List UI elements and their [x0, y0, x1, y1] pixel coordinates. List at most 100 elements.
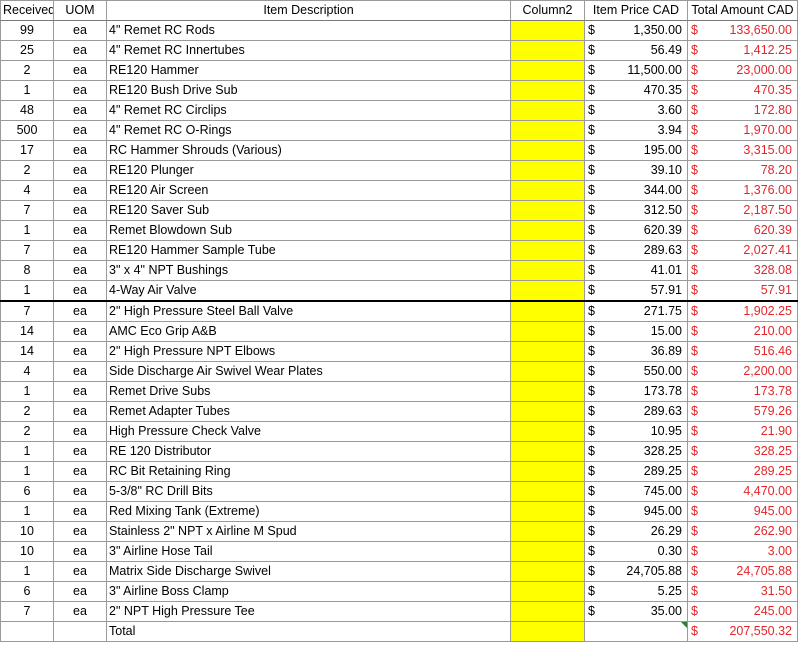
cell-uom[interactable]: ea	[53, 220, 107, 241]
cell-total[interactable]: $2,200.00	[687, 361, 798, 382]
cell-received[interactable]: 1	[0, 441, 54, 462]
cell-description[interactable]: Remet Blowdown Sub	[106, 220, 511, 241]
cell-price[interactable]: $289.63	[584, 401, 688, 422]
cell-column2[interactable]	[510, 280, 585, 302]
cell-price[interactable]: $3.94	[584, 120, 688, 141]
cell-column2[interactable]	[510, 260, 585, 281]
cell-received[interactable]: 1	[0, 461, 54, 482]
cell-column2[interactable]	[510, 561, 585, 582]
cell-total[interactable]: $78.20	[687, 160, 798, 181]
cell-description[interactable]: AMC Eco Grip A&B	[106, 321, 511, 342]
cell-description[interactable]: RE120 Air Screen	[106, 180, 511, 201]
cell-description[interactable]: 4" Remet RC Innertubes	[106, 40, 511, 61]
cell-total[interactable]: $620.39	[687, 220, 798, 241]
cell-received[interactable]: 7	[0, 240, 54, 261]
cell-received[interactable]: 1	[0, 220, 54, 241]
cell-total[interactable]: $57.91	[687, 280, 798, 302]
cell-total[interactable]: $31.50	[687, 581, 798, 602]
cell-price[interactable]: $36.89	[584, 341, 688, 362]
cell-total[interactable]: $1,902.25	[687, 300, 798, 322]
cell-total[interactable]: $173.78	[687, 381, 798, 402]
cell-uom[interactable]: ea	[53, 461, 107, 482]
cell-price[interactable]: $945.00	[584, 501, 688, 522]
cell-description[interactable]: RE 120 Distributor	[106, 441, 511, 462]
cell-total[interactable]: $328.25	[687, 441, 798, 462]
cell-column2[interactable]	[510, 501, 585, 522]
cell-uom[interactable]: ea	[53, 300, 107, 322]
cell-description[interactable]: 3" x 4" NPT Bushings	[106, 260, 511, 281]
cell-received[interactable]: 14	[0, 321, 54, 342]
cell-description[interactable]: Remet Drive Subs	[106, 381, 511, 402]
cell-column2[interactable]	[510, 80, 585, 101]
cell-received[interactable]: 2	[0, 401, 54, 422]
cell-uom[interactable]: ea	[53, 321, 107, 342]
cell-description[interactable]: 4-Way Air Valve	[106, 280, 511, 302]
cell-received[interactable]: 48	[0, 100, 54, 121]
cell-column2[interactable]	[510, 481, 585, 502]
cell-received[interactable]: 8	[0, 260, 54, 281]
cell-price[interactable]: $57.91	[584, 280, 688, 302]
cell-price[interactable]: $56.49	[584, 40, 688, 61]
cell-uom[interactable]: ea	[53, 421, 107, 442]
cell-column2[interactable]	[510, 341, 585, 362]
cell-total[interactable]: $3.00	[687, 541, 798, 562]
cell-received[interactable]: 6	[0, 481, 54, 502]
cell-column2[interactable]	[510, 180, 585, 201]
cell-uom[interactable]: ea	[53, 160, 107, 181]
cell-received[interactable]: 14	[0, 341, 54, 362]
cell-price[interactable]: $745.00	[584, 481, 688, 502]
cell-price[interactable]: $1,350.00	[584, 20, 688, 41]
cell-uom[interactable]: ea	[53, 501, 107, 522]
cell-uom[interactable]: ea	[53, 441, 107, 462]
cell-uom[interactable]: ea	[53, 280, 107, 302]
cell-column2[interactable]	[510, 220, 585, 241]
cell-uom[interactable]: ea	[53, 521, 107, 542]
cell-received[interactable]: 10	[0, 521, 54, 542]
cell-description[interactable]: 3" Airline Boss Clamp	[106, 581, 511, 602]
cell-price[interactable]: $26.29	[584, 521, 688, 542]
cell-uom[interactable]: ea	[53, 60, 107, 81]
header-column2[interactable]: Column2	[510, 0, 585, 21]
cell-description[interactable]: Side Discharge Air Swivel Wear Plates	[106, 361, 511, 382]
cell-total[interactable]: $24,705.88	[687, 561, 798, 582]
cell-total[interactable]: $470.35	[687, 80, 798, 101]
cell-description[interactable]: 5-3/8" RC Drill Bits	[106, 481, 511, 502]
cell-received[interactable]: 1	[0, 280, 54, 302]
cell-uom[interactable]: ea	[53, 581, 107, 602]
cell-description[interactable]: 4" Remet RC Circlips	[106, 100, 511, 121]
cell-price[interactable]: $39.10	[584, 160, 688, 181]
cell-received[interactable]: 2	[0, 421, 54, 442]
cell-description[interactable]: RE120 Bush Drive Sub	[106, 80, 511, 101]
cell-column2[interactable]	[510, 421, 585, 442]
cell-received[interactable]: 1	[0, 80, 54, 101]
cell-description[interactable]: Stainless 2" NPT x Airline M Spud	[106, 521, 511, 542]
total-label[interactable]: Total	[106, 621, 511, 642]
cell-description[interactable]: 2" High Pressure Steel Ball Valve	[106, 300, 511, 322]
cell-total[interactable]: $328.08	[687, 260, 798, 281]
cell-uom[interactable]: ea	[53, 541, 107, 562]
cell-price[interactable]: $470.35	[584, 80, 688, 101]
cell-received[interactable]: 7	[0, 200, 54, 221]
cell-price[interactable]: $24,705.88	[584, 561, 688, 582]
cell-uom[interactable]: ea	[53, 80, 107, 101]
header-description[interactable]: Item Description	[106, 0, 511, 21]
cell-total[interactable]: $945.00	[687, 501, 798, 522]
cell-description[interactable]: RE120 Hammer	[106, 60, 511, 81]
cell-description[interactable]: 2" High Pressure NPT Elbows	[106, 341, 511, 362]
cell-total[interactable]: $1,412.25	[687, 40, 798, 61]
cell-price[interactable]: $41.01	[584, 260, 688, 281]
cell-column2[interactable]	[510, 621, 585, 642]
cell-received[interactable]: 17	[0, 140, 54, 161]
cell-description[interactable]: RC Bit Retaining Ring	[106, 461, 511, 482]
cell-uom[interactable]: ea	[53, 561, 107, 582]
cell-received[interactable]: 1	[0, 381, 54, 402]
cell-column2[interactable]	[510, 521, 585, 542]
cell-description[interactable]: Matrix Side Discharge Swivel	[106, 561, 511, 582]
cell-price[interactable]: $11,500.00	[584, 60, 688, 81]
cell-price[interactable]: $271.75	[584, 300, 688, 322]
cell-total[interactable]: $133,650.00	[687, 20, 798, 41]
cell-description[interactable]: RC Hammer Shrouds (Various)	[106, 140, 511, 161]
cell-received[interactable]: 4	[0, 180, 54, 201]
cell-description[interactable]: 3" Airline Hose Tail	[106, 541, 511, 562]
cell-column2[interactable]	[510, 381, 585, 402]
